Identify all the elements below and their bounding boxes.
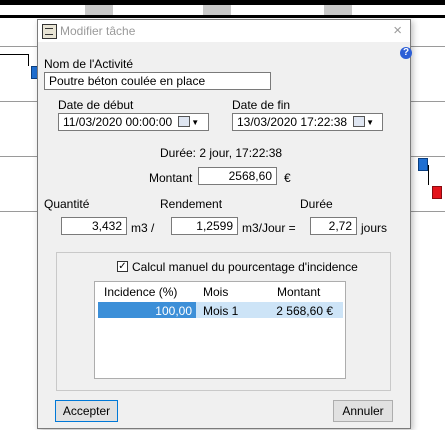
manual-incidence-label[interactable]: Calcul manuel du pourcentage d'incidence — [132, 260, 358, 274]
close-icon[interactable]: × — [393, 22, 402, 39]
quantity-unit: m3 / — [131, 221, 155, 235]
gantt-task-bar-critical[interactable] — [432, 186, 442, 199]
chevron-down-icon[interactable]: ▼ — [191, 118, 199, 127]
help-icon[interactable]: ? — [400, 47, 412, 59]
gantt-row-line — [410, 211, 445, 212]
duree-label: Durée — [300, 197, 333, 211]
accept-button[interactable]: Accepter — [55, 400, 118, 422]
rendement-label: Rendement — [160, 197, 223, 211]
chevron-down-icon[interactable]: ▼ — [366, 118, 374, 127]
calendar-icon[interactable] — [178, 116, 191, 127]
gantt-link-line — [428, 165, 429, 185]
amount-field[interactable]: 2568,60 — [198, 167, 277, 185]
column-header[interactable]: Montant — [277, 285, 320, 299]
dialog-title: Modifier tâche — [60, 24, 136, 38]
rendement-unit: m3/Jour = — [242, 221, 296, 235]
quantity-field[interactable]: 3,432 — [61, 217, 127, 235]
manual-incidence-checkbox[interactable]: ✓ — [117, 261, 128, 272]
app-icon — [42, 24, 57, 39]
gantt-row-line — [410, 46, 445, 47]
start-date-picker[interactable]: 11/03/2020 00:00:00 ▼ — [58, 113, 209, 131]
end-date-label: Date de fin — [232, 98, 291, 112]
calendar-icon[interactable] — [353, 116, 366, 127]
gantt-row-line — [0, 211, 37, 212]
amount-label: Montant — [149, 171, 193, 185]
incidence-table: Incidence (%) Mois Montant 100,00 Mois 1… — [94, 281, 346, 379]
cancel-button[interactable]: Annuler — [333, 400, 393, 422]
column-header[interactable]: Mois — [203, 285, 228, 299]
gantt-link-line — [28, 54, 29, 66]
gantt-row-line — [410, 156, 445, 157]
start-date-label: Date de début — [58, 98, 134, 112]
end-date-picker[interactable]: 13/03/2020 17:22:38 ▼ — [232, 113, 383, 131]
gantt-header-strip — [0, 5, 445, 18]
duree-field[interactable]: 2,72 — [310, 217, 357, 235]
start-date-value: 11/03/2020 00:00:00 — [63, 115, 173, 129]
amount-cell[interactable]: 2 568,60 € — [273, 304, 333, 318]
currency-label: € — [284, 171, 291, 185]
gantt-task-bar[interactable] — [418, 158, 428, 171]
activity-name-field[interactable]: Poutre béton coulée en place — [44, 72, 271, 90]
modify-task-dialog: Modifier tâche × ? Nom de l'Activité Pou… — [37, 19, 412, 429]
duration-summary: Durée: 2 jour, 17:22:38 — [160, 146, 283, 160]
quantity-label: Quantité — [44, 197, 90, 211]
gantt-row-line — [0, 101, 37, 102]
end-date-value: 13/03/2020 17:22:38 — [237, 115, 348, 129]
column-header[interactable]: Incidence (%) — [104, 285, 177, 299]
duree-unit: jours — [361, 221, 388, 235]
gantt-link-line — [0, 54, 28, 55]
rendement-field[interactable]: 1,2599 — [171, 217, 238, 235]
incidence-cell[interactable]: 100,00 — [104, 304, 192, 318]
activity-label: Nom de l'Activité — [44, 57, 133, 71]
gantt-row-line — [0, 46, 37, 47]
gantt-row-line — [0, 156, 37, 157]
month-cell[interactable]: Mois 1 — [203, 304, 238, 318]
gantt-row-line — [410, 101, 445, 102]
dialog-titlebar: Modifier tâche × — [38, 20, 410, 42]
